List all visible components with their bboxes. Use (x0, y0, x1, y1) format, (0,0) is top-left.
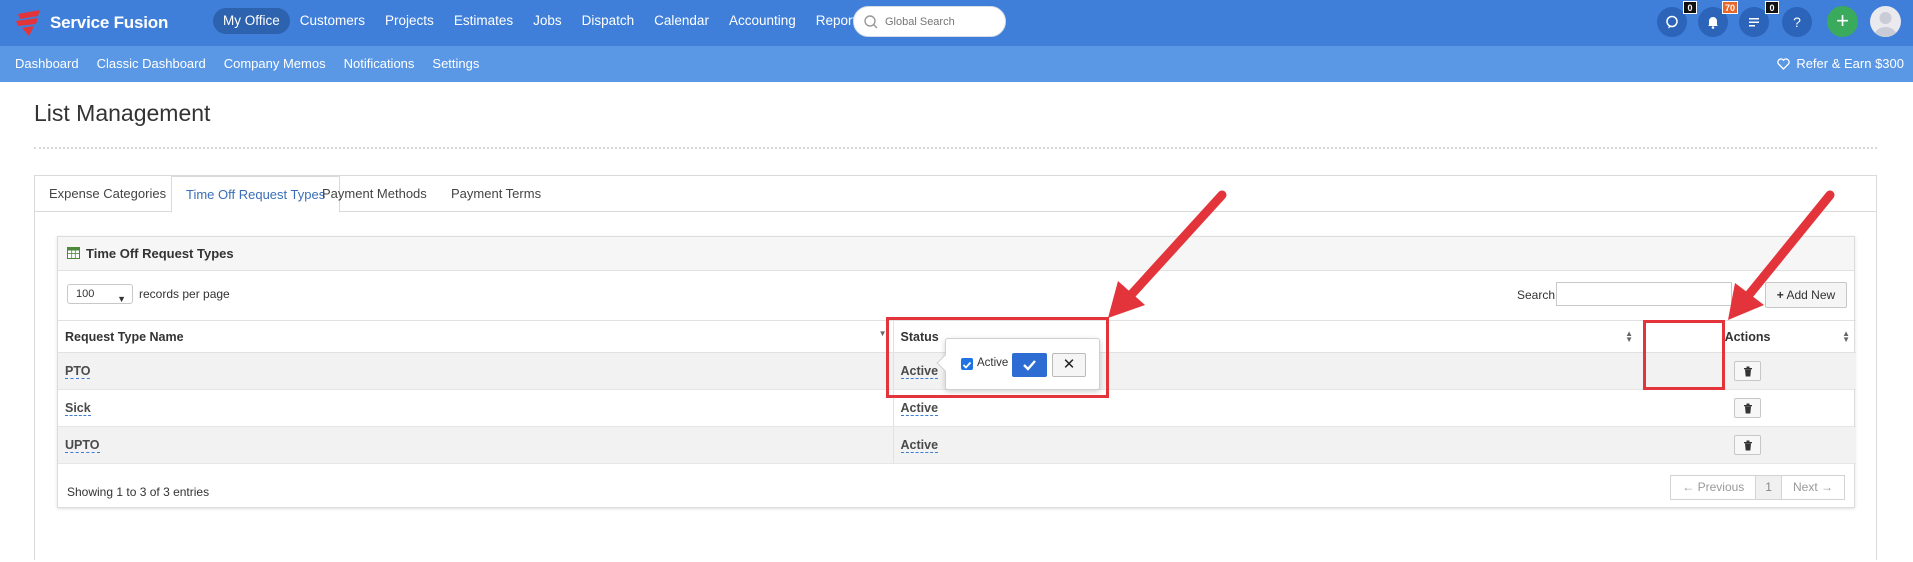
request-type-name-link[interactable]: PTO (65, 364, 91, 379)
nav-customers[interactable]: Customers (290, 8, 375, 34)
nav-jobs[interactable]: Jobs (523, 8, 572, 34)
pagination: ← Previous 1 Next → (1670, 475, 1845, 500)
subnav-classic-dashboard[interactable]: Classic Dashboard (88, 46, 215, 82)
subnav-company-memos[interactable]: Company Memos (215, 46, 335, 82)
chat-badge: 0 (1683, 1, 1697, 14)
user-avatar-icon (1874, 12, 1897, 37)
refer-earn-link[interactable]: Refer & Earn $300 (1777, 46, 1904, 82)
records-per-page: 100 ▼ records per page (67, 284, 230, 304)
row-name-cell: UPTO (58, 426, 894, 464)
add-new-label: Add New (1786, 288, 1836, 302)
status-link[interactable]: Active (900, 401, 939, 416)
status-highlight-box (886, 317, 1109, 398)
search-icon (864, 15, 878, 29)
tasks-badge: 0 (1765, 1, 1779, 14)
nav-calendar[interactable]: Calendar (644, 8, 719, 34)
page-title: List Management (34, 100, 211, 126)
table-icon (67, 247, 80, 259)
global-search (853, 6, 1006, 37)
next-page-button[interactable]: Next → (1780, 476, 1844, 499)
list-icon (1749, 18, 1759, 27)
tasks-button[interactable]: 0 (1739, 1, 1779, 37)
nav-estimates[interactable]: Estimates (444, 8, 523, 34)
nav-accounting[interactable]: Accounting (719, 8, 806, 34)
page-number-button[interactable]: 1 (1755, 476, 1781, 499)
tab-bar: Expense Categories Time Off Request Type… (35, 176, 1876, 213)
request-type-name-link[interactable]: Sick (65, 401, 91, 416)
tab-expense-categories[interactable]: Expense Categories (35, 176, 180, 212)
title-divider (34, 147, 1877, 149)
subnav-settings[interactable]: Settings (423, 46, 488, 82)
top-navbar: Service Fusion My Office Customers Proje… (0, 0, 1913, 46)
refer-earn-label: Refer & Earn $300 (1796, 56, 1904, 71)
sub-nav: Dashboard Classic Dashboard Company Memo… (6, 46, 488, 82)
row-actions-cell (1639, 426, 1856, 464)
bell-icon (1708, 17, 1718, 29)
help-icon: ? (1793, 14, 1801, 30)
brand-logo[interactable]: Service Fusion (14, 8, 168, 38)
tab-payment-terms[interactable]: Payment Terms (437, 176, 555, 212)
table-row: UPTO Active (58, 426, 1856, 464)
status-link[interactable]: Active (900, 438, 939, 453)
column-header-label: Actions (1724, 329, 1771, 344)
nav-projects[interactable]: Projects (375, 8, 444, 34)
heart-icon (1777, 58, 1791, 70)
actions-highlight-box (1643, 320, 1725, 390)
sort-icon: ▲ ▼ (1842, 329, 1850, 344)
records-per-page-select[interactable]: 100 ▼ (67, 284, 133, 304)
tab-payment-methods[interactable]: Payment Methods (308, 176, 441, 212)
previous-page-button[interactable]: ← Previous (1671, 476, 1755, 499)
main-nav: My Office Customers Projects Estimates J… (213, 8, 873, 34)
row-name-cell: Sick (58, 389, 894, 427)
nav-my-office[interactable]: My Office (213, 8, 290, 34)
records-per-page-value: 100 (76, 288, 95, 300)
chat-button[interactable]: 0 (1657, 1, 1697, 37)
nav-dispatch[interactable]: Dispatch (572, 8, 645, 34)
notifications-button[interactable]: 70 (1698, 1, 1738, 37)
brand-name: Service Fusion (50, 13, 169, 32)
trash-icon (1744, 366, 1752, 377)
subnav-dashboard[interactable]: Dashboard (6, 46, 88, 82)
subnav-notifications[interactable]: Notifications (335, 46, 424, 82)
delete-button[interactable] (1734, 361, 1761, 381)
request-type-name-link[interactable]: UPTO (65, 438, 100, 453)
service-fusion-logo-icon (16, 10, 40, 36)
notifications-badge: 70 (1721, 1, 1738, 14)
records-per-page-label: records per page (139, 287, 230, 301)
trash-icon (1744, 440, 1752, 451)
box-title: Time Off Request Types (86, 246, 234, 261)
table-info: Showing 1 to 3 of 3 entries (67, 485, 210, 499)
plus-icon: + (1776, 288, 1784, 302)
create-new-button[interactable]: + (1827, 6, 1858, 37)
chevron-down-icon: ▼ (117, 294, 126, 304)
sort-icon: ▲ ▼ (1625, 329, 1633, 344)
table-search-input[interactable] (1556, 282, 1732, 306)
column-header-label: Request Type Name (65, 329, 184, 344)
add-new-button[interactable]: + Add New (1765, 282, 1847, 308)
column-header-request-type-name[interactable]: Request Type Name ▼ (58, 320, 894, 353)
sub-navbar: Dashboard Classic Dashboard Company Memo… (0, 46, 1913, 82)
box-header: Time Off Request Types (58, 237, 1854, 271)
delete-button[interactable] (1734, 398, 1761, 418)
global-search-input[interactable] (885, 13, 1000, 31)
delete-button[interactable] (1734, 435, 1761, 455)
row-name-cell: PTO (58, 352, 894, 390)
row-status-cell: Active (893, 426, 1639, 464)
help-button[interactable]: ? (1782, 7, 1812, 37)
trash-icon (1744, 403, 1752, 414)
chat-icon (1666, 15, 1678, 29)
table-search-label: Search: (1517, 288, 1559, 302)
user-avatar[interactable] (1870, 6, 1901, 37)
row-actions-cell (1639, 389, 1856, 427)
